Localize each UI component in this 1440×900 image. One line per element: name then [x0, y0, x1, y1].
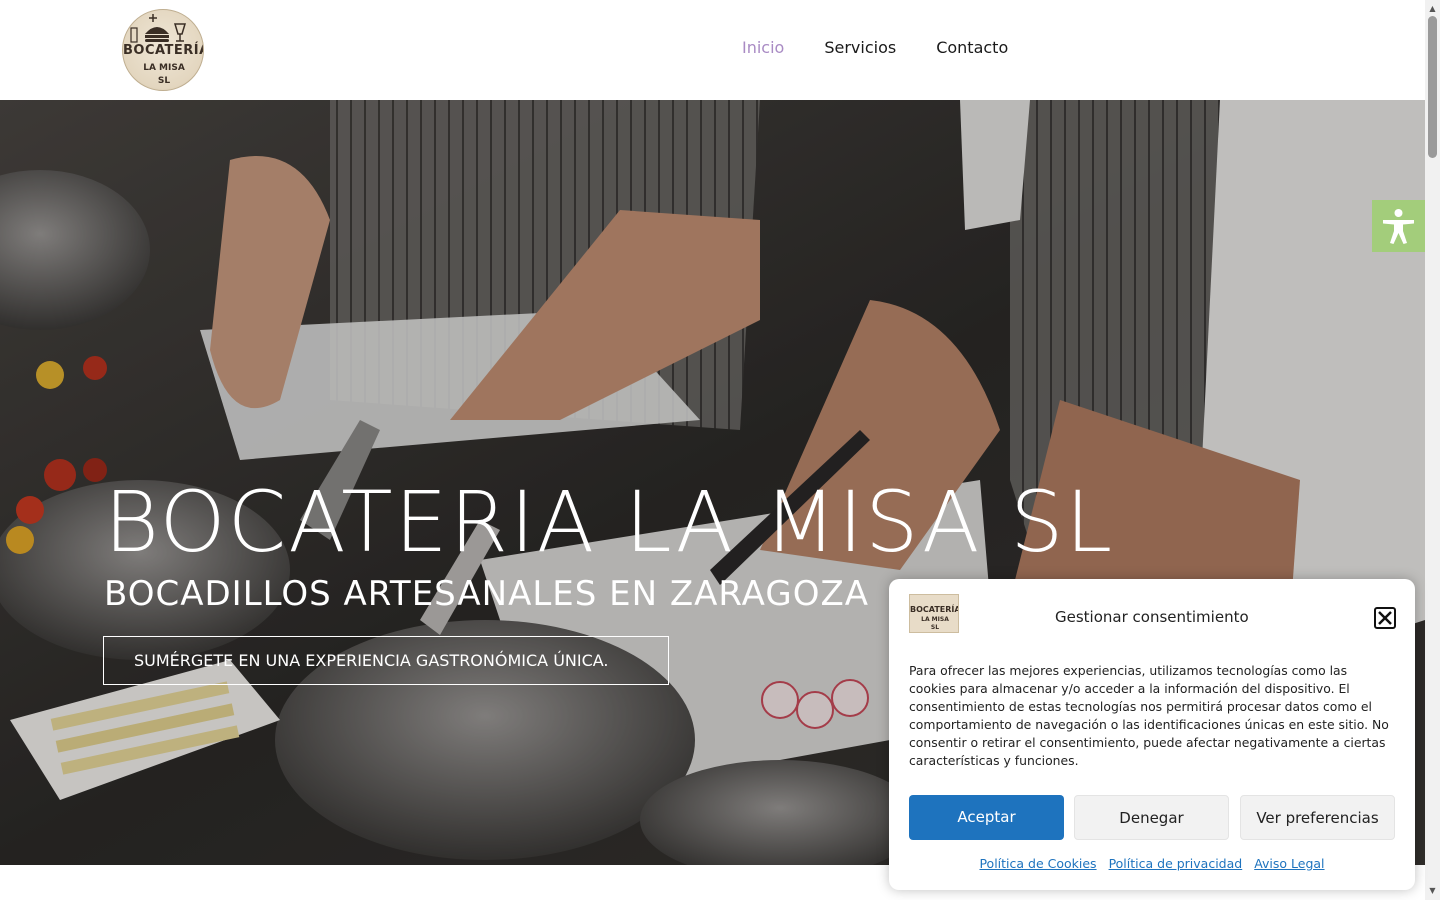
scrollbar-thumb[interactable] — [1428, 16, 1437, 158]
cookie-dialog-logo: BOCATERÍA LA MISA SL — [909, 594, 959, 633]
site-header: BOCATERÍA LA MISA SL Inicio Servicios Co… — [0, 0, 1425, 100]
deny-button[interactable]: Denegar — [1074, 795, 1229, 840]
nav-item-inicio[interactable]: Inicio — [742, 38, 784, 57]
logo-text-line2: LA MISA — [143, 63, 185, 73]
close-icon[interactable] — [1374, 607, 1396, 629]
main-nav: Inicio Servicios Contacto — [742, 38, 1008, 57]
cookie-consent-dialog: BOCATERÍA LA MISA SL Gestionar consentim… — [889, 579, 1415, 890]
cookie-logo-line2: LA MISA — [921, 616, 949, 623]
hero-tagline-box: SUMÉRGETE EN UNA EXPERIENCIA GASTRONÓMIC… — [103, 636, 669, 685]
accessibility-button[interactable] — [1372, 200, 1425, 252]
hero-title: BOCATERIA LA MISA SL — [104, 473, 1115, 571]
scroll-up-arrow-icon[interactable]: ▲ — [1425, 4, 1440, 14]
privacy-policy-link[interactable]: Política de privacidad — [1109, 856, 1243, 871]
accessibility-icon — [1383, 209, 1414, 244]
cookie-policy-links: Política de Cookies Política de privacid… — [889, 856, 1415, 871]
logo-text-line1: BOCATERÍA — [123, 43, 204, 58]
cookie-logo-line1: BOCATERÍA — [910, 605, 959, 614]
nav-item-servicios[interactable]: Servicios — [824, 38, 896, 57]
cookie-logo-line3: SL — [930, 624, 940, 631]
site-logo[interactable]: BOCATERÍA LA MISA SL — [122, 9, 204, 91]
page-scrollbar[interactable]: ▲ ▼ — [1425, 0, 1440, 900]
cookie-dialog-text: Para ofrecer las mejores experiencias, u… — [909, 663, 1389, 768]
cookie-dialog-title: Gestionar consentimiento — [1055, 608, 1249, 626]
logo-text-line3: SL — [157, 76, 171, 86]
accept-button[interactable]: Aceptar — [909, 795, 1064, 840]
nav-item-contacto[interactable]: Contacto — [936, 38, 1008, 57]
cookie-policy-link[interactable]: Política de Cookies — [979, 856, 1096, 871]
view-preferences-button[interactable]: Ver preferencias — [1240, 795, 1395, 840]
scroll-down-arrow-icon[interactable]: ▼ — [1425, 886, 1440, 896]
hero-subtitle: BOCADILLOS ARTESANALES EN ZARAGOZA — [104, 574, 869, 614]
legal-notice-link[interactable]: Aviso Legal — [1254, 856, 1324, 871]
